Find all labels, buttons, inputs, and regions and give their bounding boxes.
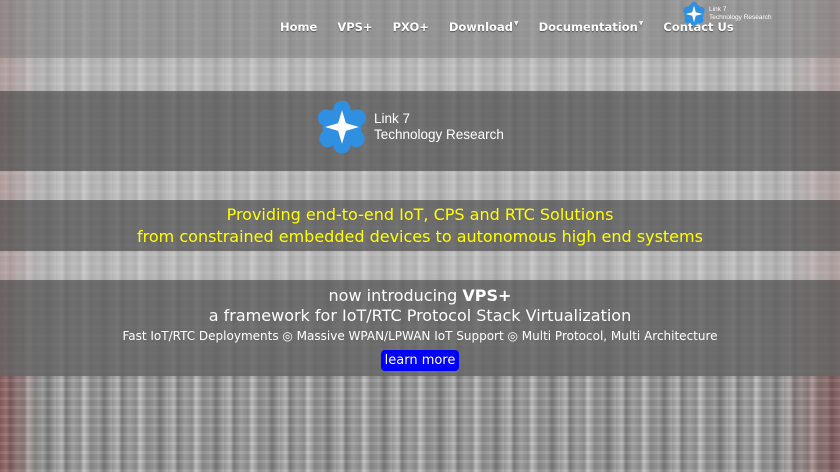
main-logo: Link 7 Technology Research	[316, 101, 504, 153]
header-logo-link[interactable]: Link 7 Technology Research	[682, 2, 772, 26]
band-light-2	[0, 171, 840, 200]
header-bar: Home VPS+ PXO+ Download▼ Documentation▼ …	[0, 0, 840, 58]
header-logo-text: Link 7 Technology Research	[709, 6, 772, 22]
header-logo-line1: Link 7	[709, 6, 727, 13]
band-light-1	[0, 58, 840, 91]
tagline-line-1: Providing end-to-end IoT, CPS and RTC So…	[226, 205, 614, 224]
tagline-line-2: from constrained embedded devices to aut…	[137, 227, 703, 246]
intro-product: VPS+	[462, 286, 512, 305]
nav-vps[interactable]: VPS+	[327, 20, 382, 34]
chevron-down-icon: ▼	[513, 20, 519, 27]
nav-download[interactable]: Download▼	[439, 20, 529, 34]
feature-list: Fast IoT/RTC Deployments ◎ Massive WPAN/…	[122, 329, 718, 343]
header-logo-line2: Technology Research	[709, 14, 772, 21]
nav-download-label: Download	[448, 20, 513, 34]
band-light-3	[0, 251, 840, 280]
intro-subtitle: a framework for IoT/RTC Protocol Stack V…	[208, 306, 632, 325]
intro-heading: now introducing VPS+	[0, 286, 840, 305]
nav-documentation-label: Documentation	[538, 20, 638, 34]
main-nav: Home VPS+ PXO+ Download▼ Documentation▼ …	[270, 20, 744, 34]
chevron-down-icon: ▼	[638, 20, 644, 27]
nav-documentation[interactable]: Documentation▼	[529, 20, 654, 34]
intro-prefix: now introducing	[328, 286, 463, 305]
logo-icon	[317, 101, 367, 153]
nav-pxo[interactable]: PXO+	[383, 20, 439, 34]
main-logo-line2: Technology Research	[374, 127, 504, 142]
learn-more-button[interactable]: learn more	[381, 350, 459, 371]
main-logo-text: Link 7 Technology Research	[374, 111, 504, 143]
main-logo-line1: Link 7	[374, 111, 411, 126]
nav-home[interactable]: Home	[270, 20, 327, 34]
logo-icon	[683, 2, 705, 26]
